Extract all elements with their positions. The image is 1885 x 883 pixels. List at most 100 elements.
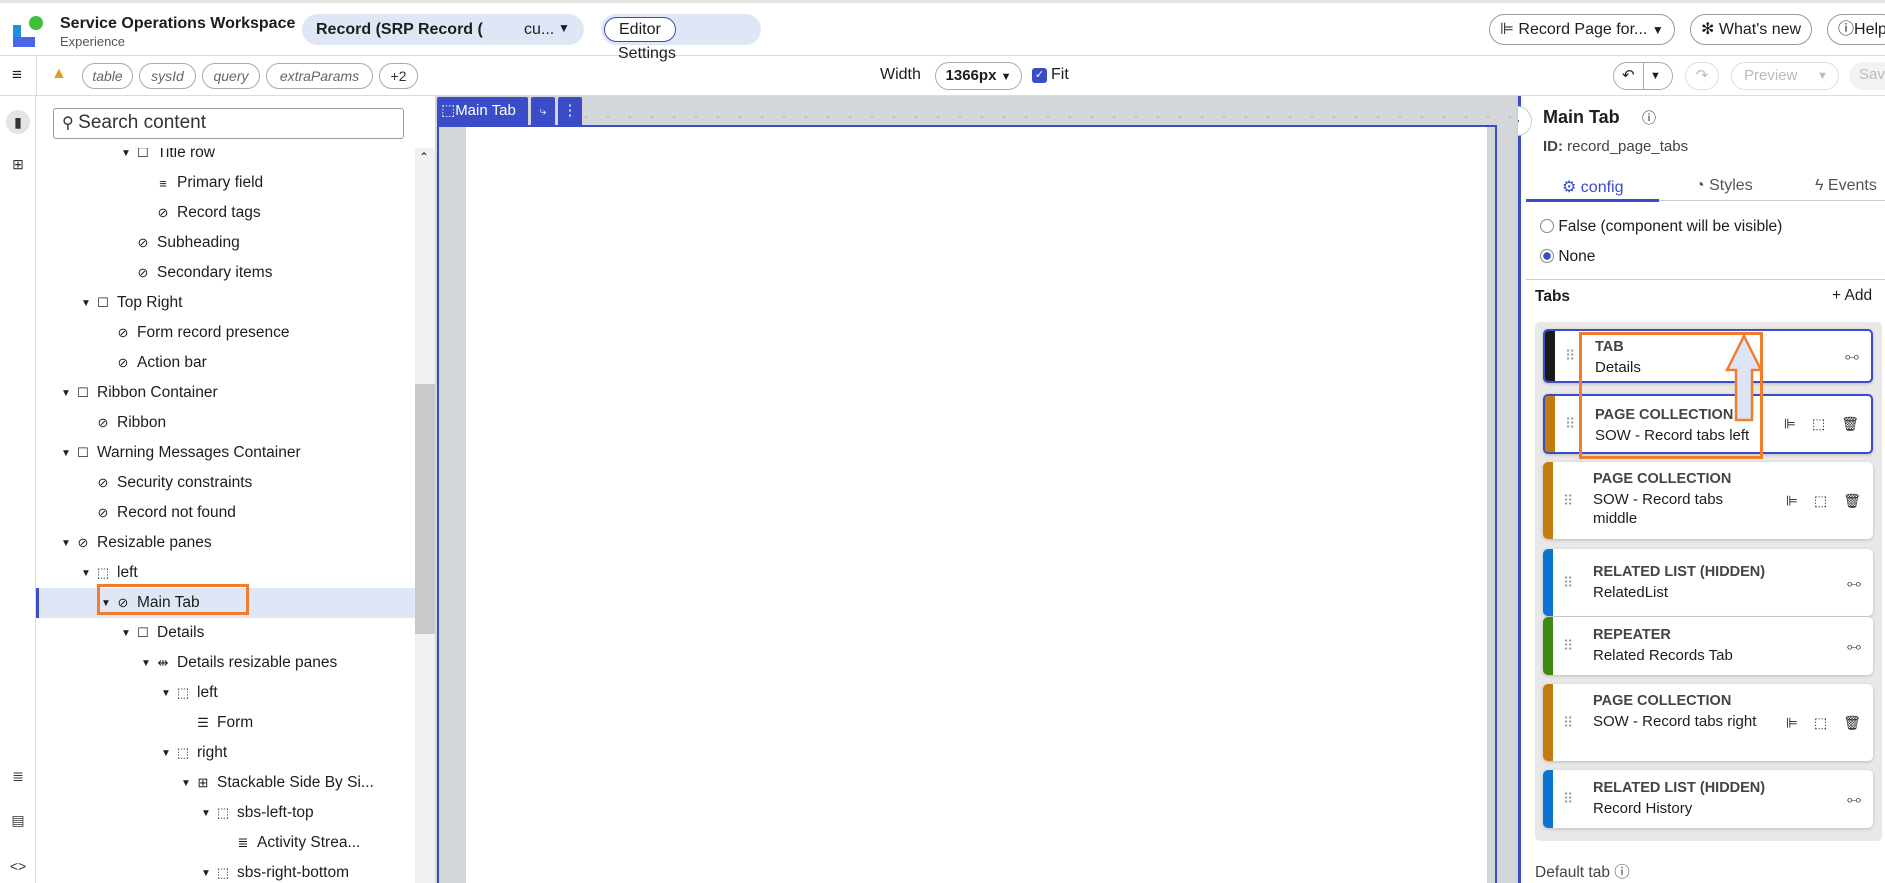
settings-sliders-icon[interactable]: ⧟ [1847, 791, 1861, 808]
record-page-button[interactable]: ⊫ Record Page for... ▼ [1489, 14, 1675, 45]
expand-toggle-icon[interactable]: ▼ [161, 748, 175, 759]
tree-item[interactable]: ⊘ Action bar [36, 348, 415, 378]
tree-item[interactable]: ⊘ Record tags [36, 198, 415, 228]
drag-handle-icon[interactable]: ⠿ [1563, 791, 1573, 808]
tab-card[interactable]: ⠿ RELATED LIST (HIDDEN) RelatedList ⧟ [1543, 549, 1873, 616]
page-icon[interactable]: ▮ [6, 110, 30, 134]
trash-icon[interactable]: 🗑︎ [1841, 416, 1859, 433]
code-icon[interactable]: <> [8, 858, 28, 878]
select-icon[interactable]: ⬚ [1814, 714, 1827, 731]
expand-toggle-icon[interactable]: ▼ [141, 658, 155, 669]
components-icon[interactable]: ⊞ [8, 156, 28, 176]
help-button[interactable]: ⓘHelp [1827, 14, 1885, 45]
expand-toggle-icon[interactable]: ▼ [161, 688, 175, 699]
expand-toggle-icon[interactable]: ▼ [61, 538, 75, 549]
tree-scrollbar[interactable]: ⌃ [415, 148, 435, 883]
settings-sliders-icon[interactable]: ⧟ [1847, 574, 1861, 591]
param-chip-query[interactable]: query [202, 63, 260, 89]
tab-editor[interactable]: Editor [604, 17, 676, 42]
drag-handle-icon[interactable]: ⠿ [1563, 638, 1573, 655]
tree-item[interactable]: ⊘ Security constraints [36, 468, 415, 498]
radio-none[interactable]: None [1540, 248, 1595, 266]
tab-styles[interactable]: ◔ Styles [1695, 177, 1753, 195]
param-chip-sysid[interactable]: sysId [139, 63, 196, 89]
search-input[interactable]: ⚲ Search content [53, 108, 404, 139]
drag-handle-icon[interactable]: ⠿ [1563, 492, 1573, 509]
drag-handle-icon[interactable]: ⠿ [1563, 574, 1573, 591]
expand-toggle-icon[interactable]: ▼ [121, 148, 135, 159]
tree-item[interactable]: ▼ ⇹ Details resizable panes [36, 648, 415, 678]
tree-item[interactable]: ▼ ☐ Top Right [36, 288, 415, 318]
settings-sliders-icon[interactable]: ⧟ [1847, 638, 1861, 655]
tree-item[interactable]: ⊘ Ribbon [36, 408, 415, 438]
tab-card[interactable]: ⠿ REPEATER Related Records Tab ⧟ [1543, 617, 1873, 675]
tab-card[interactable]: ⠿ PAGE COLLECTION SOW - Record tabs right ⊫… [1543, 684, 1873, 761]
tree-item[interactable]: ▼ ⊘ Resizable panes [36, 528, 415, 558]
trash-icon[interactable]: 🗑︎ [1843, 492, 1861, 509]
settings-sliders-icon[interactable]: ⧟ [1845, 348, 1859, 365]
client-state-icon[interactable]: ▤ [8, 812, 28, 832]
hierarchy-icon[interactable]: ⊫ [1784, 416, 1796, 433]
expand-toggle-icon[interactable]: ▼ [61, 448, 75, 459]
tab-card[interactable]: ⠿ RELATED LIST (HIDDEN) Record History ⧟ [1543, 770, 1873, 828]
expand-toggle-icon[interactable]: ▼ [81, 568, 95, 579]
info-icon[interactable]: ⓘ [1614, 864, 1630, 881]
tree-item[interactable]: ▼ ☐ Title row [36, 148, 415, 168]
redo-button[interactable]: ↷ [1685, 62, 1719, 90]
warning-icon[interactable]: ▲ [51, 65, 67, 83]
tree-item[interactable]: ⊘ Secondary items [36, 258, 415, 288]
more-params-chip[interactable]: +2 [379, 63, 418, 89]
select-parent-icon[interactable]: ⤷ [531, 97, 555, 125]
tree-item[interactable]: ≣ Activity Strea... [36, 828, 415, 858]
expand-toggle-icon[interactable]: ▼ [181, 778, 195, 789]
tree-item[interactable]: ▼ ⊞ Stackable Side By Si... [36, 768, 415, 798]
hierarchy-icon[interactable]: ⊫ [1786, 714, 1798, 731]
tab-card[interactable]: ⠿ PAGE COLLECTION SOW - Record tabs middle… [1543, 462, 1873, 539]
tree-item[interactable]: ▼ ⬚ left [36, 678, 415, 708]
more-options-icon[interactable]: ⋮ [558, 97, 582, 125]
record-selector[interactable]: Record (SRP Record ( cu... ▼ [302, 14, 584, 45]
undo-history-chevron-icon[interactable]: ▼ [1650, 63, 1661, 89]
tree-item[interactable]: ▼ ⬚ sbs-right-bottom [36, 858, 415, 883]
undo-icon[interactable]: ↶ [1622, 63, 1635, 89]
chevron-down-icon[interactable]: ▼ [1817, 63, 1828, 89]
tree-item[interactable]: ▼ ☐ Details [36, 618, 415, 648]
whats-new-button[interactable]: ✻ What's new [1690, 14, 1813, 45]
collapse-panel-button[interactable]: › [1518, 106, 1532, 136]
param-chip-extraparams[interactable]: extraParams [266, 63, 373, 89]
param-chip-table[interactable]: table [82, 63, 133, 89]
trash-icon[interactable]: 🗑︎ [1843, 714, 1861, 731]
hierarchy-icon[interactable]: ⊫ [1786, 492, 1798, 509]
fit-checkbox[interactable]: ✓ [1032, 68, 1047, 83]
save-button[interactable]: Save [1849, 62, 1885, 90]
tree-item[interactable]: ▼ ⬚ sbs-left-top [36, 798, 415, 828]
expand-toggle-icon[interactable]: ▼ [81, 298, 95, 309]
expand-toggle-icon[interactable]: ▼ [201, 808, 215, 819]
radio-false[interactable]: False (component will be visible) [1540, 218, 1782, 236]
tree-item[interactable]: ⊘ Subheading [36, 228, 415, 258]
select-icon[interactable]: ⬚ [1814, 492, 1827, 509]
tab-events[interactable]: ϟ Events [1815, 177, 1877, 195]
add-tab-button[interactable]: + Add [1832, 287, 1872, 305]
expand-toggle-icon[interactable]: ▼ [201, 868, 215, 879]
scroll-thumb[interactable] [415, 384, 435, 634]
drag-handle-icon[interactable]: ⠿ [1565, 348, 1575, 365]
tree-item[interactable]: ▼ ☐ Ribbon Container [36, 378, 415, 408]
tree-item[interactable]: ▼ ☐ Warning Messages Container [36, 438, 415, 468]
scroll-up-icon[interactable]: ⌃ [419, 150, 429, 164]
tree-item[interactable]: ▼ ⬚ right [36, 738, 415, 768]
tree-item[interactable]: ⊘ Record not found [36, 498, 415, 528]
preview-button[interactable]: Preview ▼ [1731, 62, 1839, 90]
drag-handle-icon[interactable]: ⠿ [1565, 416, 1575, 433]
expand-toggle-icon[interactable]: ▼ [121, 628, 135, 639]
tab-config[interactable]: ⚙ config [1562, 177, 1624, 197]
width-select[interactable]: 1366px ▼ [935, 62, 1022, 90]
tree-item[interactable]: ≡ Primary field [36, 168, 415, 198]
tree-item[interactable]: ☰ Form [36, 708, 415, 738]
selected-component-label[interactable]: ⬚Main Tab [437, 97, 528, 125]
select-icon[interactable]: ⬚ [1812, 416, 1825, 433]
drag-handle-icon[interactable]: ⠿ [1563, 714, 1573, 731]
data-resource-icon[interactable]: ≣ [8, 768, 28, 788]
info-icon[interactable]: ⓘ [1642, 108, 1656, 128]
tree-item[interactable]: ⊘ Form record presence [36, 318, 415, 348]
